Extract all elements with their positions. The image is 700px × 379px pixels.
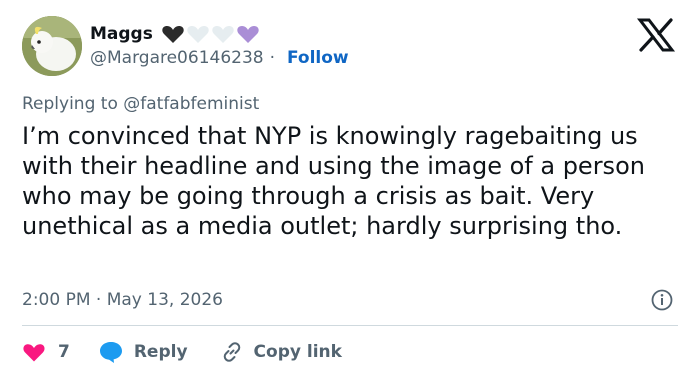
- author-handle-row: @Margare06146238 · Follow: [90, 48, 349, 68]
- purple-heart-icon: [237, 26, 259, 43]
- white-heart-icon: [187, 26, 209, 43]
- tweet-date: May 13, 2026: [106, 290, 223, 310]
- info-icon[interactable]: [651, 289, 673, 311]
- divider: [22, 325, 678, 326]
- meta-separator: ·: [95, 290, 102, 310]
- link-icon: [223, 342, 240, 362]
- white-heart-icon: [212, 26, 234, 43]
- tweet-time: 2:00 PM: [22, 290, 91, 310]
- reply-context: Replying to @fatfabfeminist: [22, 94, 259, 114]
- speech-bubble-icon: [99, 342, 122, 363]
- like-button[interactable]: 7: [22, 341, 70, 363]
- copy-link-label: Copy link: [253, 342, 342, 362]
- follow-button[interactable]: Follow: [287, 48, 349, 68]
- reply-mention-link[interactable]: @fatfabfeminist: [123, 94, 259, 114]
- reply-context-prefix: Replying to: [22, 94, 118, 114]
- tweet-text: I’m convinced that NYP is knowingly rage…: [22, 122, 645, 240]
- tweet-timestamp[interactable]: 2:00 PM · May 13, 2026: [22, 290, 223, 310]
- reply-label: Reply: [133, 342, 188, 362]
- reply-button[interactable]: Reply: [98, 340, 188, 364]
- author-handle[interactable]: @Margare06146238: [90, 48, 264, 68]
- action-bar: 7 Reply Copy link: [22, 338, 342, 366]
- emoji-hearts: [161, 23, 260, 45]
- heart-icon: [23, 344, 45, 362]
- black-heart-icon: [162, 26, 184, 43]
- author-name-row: Maggs: [90, 21, 260, 47]
- author-name[interactable]: Maggs: [90, 24, 153, 44]
- x-logo-icon[interactable]: [636, 18, 676, 52]
- separator-dot: ·: [269, 48, 275, 68]
- avatar[interactable]: [22, 16, 82, 76]
- copy-link-button[interactable]: Copy link: [220, 340, 342, 364]
- like-count: 7: [58, 342, 70, 362]
